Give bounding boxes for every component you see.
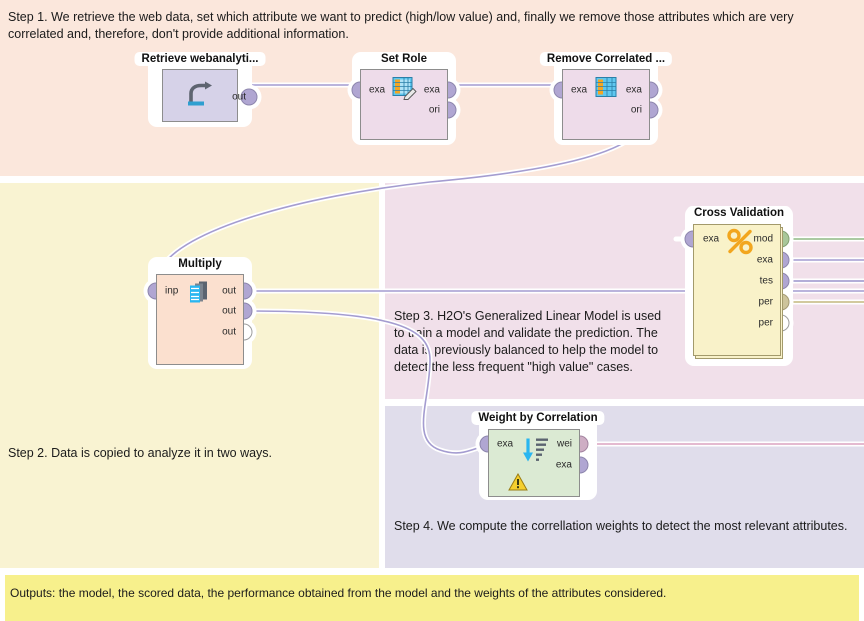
copy-stack-icon xyxy=(186,280,214,311)
operator-retrieve-webanalytics[interactable]: Retrieve webanalyti... out xyxy=(134,52,266,127)
retrieve-arrow-icon xyxy=(185,81,215,114)
table-column-icon xyxy=(593,76,619,105)
port-label-exa-out: exa xyxy=(756,254,773,266)
table-pencil-icon xyxy=(391,75,417,106)
port-label-out-1: out xyxy=(222,285,236,297)
port-label-exa-out: exa xyxy=(423,84,440,96)
port-label-out-3: out xyxy=(222,326,236,338)
operator-title: Multiply xyxy=(171,257,229,271)
port-label-exa-in: exa xyxy=(369,84,386,96)
port-label-tes-out: tes xyxy=(759,275,773,287)
operator-weight-by-correlation[interactable]: Weight by Correlation exa wei exa xyxy=(471,411,605,500)
port-label-ori-out: ori xyxy=(428,104,440,116)
operator-multiply[interactable]: Multiply inp out out out xyxy=(143,257,257,369)
port-label-exa-in: exa xyxy=(703,233,720,245)
operator-set-role[interactable]: Set Role exa exa ori xyxy=(347,52,461,145)
operator-title: Retrieve webanalyti... xyxy=(134,52,266,66)
operator-title: Weight by Correlation xyxy=(471,411,605,425)
operator-title: Remove Correlated ... xyxy=(539,52,673,66)
operator-title: Set Role xyxy=(373,52,435,66)
port-label-exa-in: exa xyxy=(497,438,514,450)
port-label-ori-out: ori xyxy=(630,104,642,116)
port-label-out-2: out xyxy=(222,305,236,317)
port-label-per-out-2: per xyxy=(758,317,773,329)
port-label-exa-in: exa xyxy=(571,84,588,96)
port-label-per-out-1: per xyxy=(758,296,773,308)
port-label-exa-out: exa xyxy=(625,84,642,96)
port-label-inp-in: inp xyxy=(165,285,179,297)
operator-title: Cross Validation xyxy=(686,206,792,220)
port-label-mod-out: mod xyxy=(753,233,773,245)
warning-triangle-icon xyxy=(508,472,528,496)
sort-descending-icon xyxy=(521,436,551,469)
operator-cross-validation[interactable]: Cross Validation exa mod exa tes per per xyxy=(680,206,794,366)
operator-remove-correlated-attributes[interactable]: Remove Correlated ... exa exa ori xyxy=(539,52,673,145)
port-label-exa-out: exa xyxy=(555,459,572,471)
port-label-out: out xyxy=(232,91,246,103)
port-label-wei-out: wei xyxy=(556,438,572,450)
percent-icon xyxy=(726,228,754,260)
